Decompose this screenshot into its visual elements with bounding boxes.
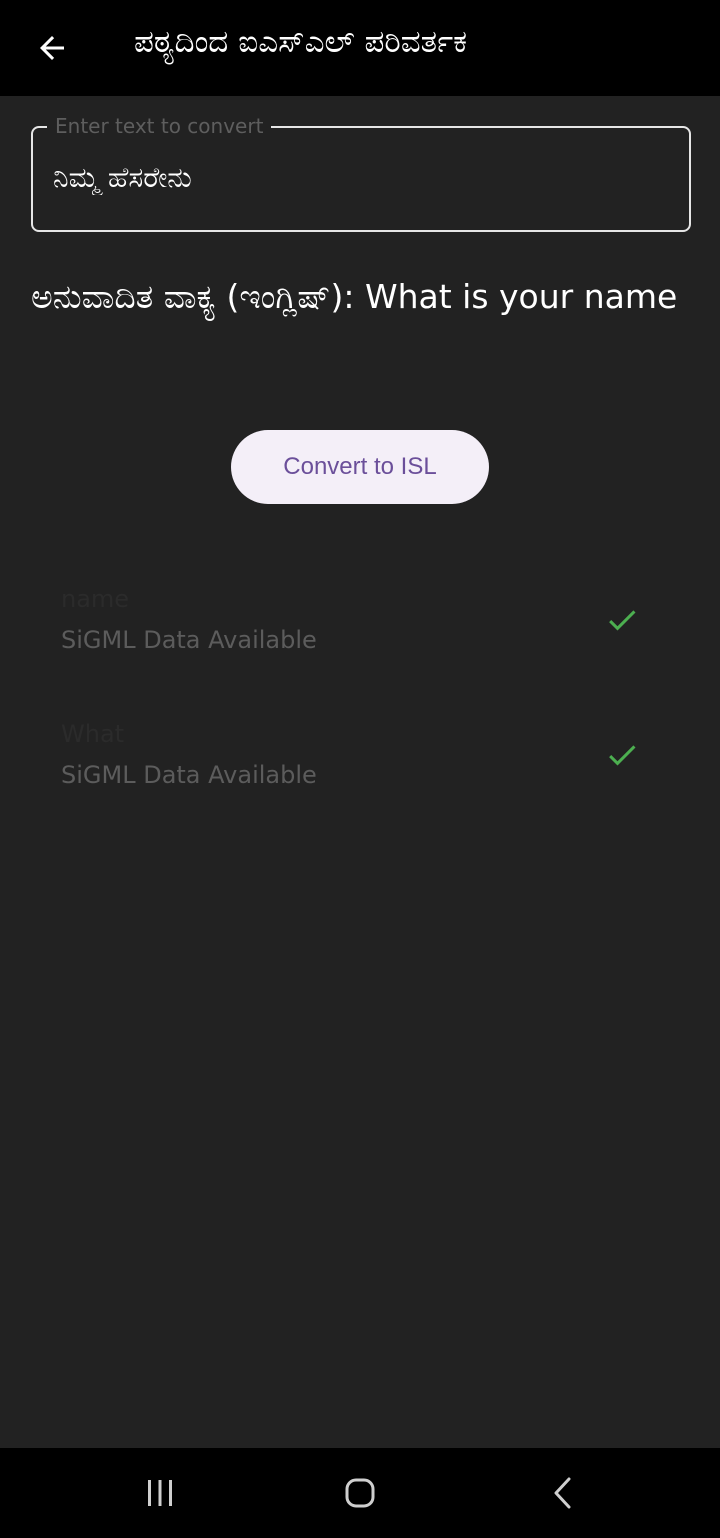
back-button[interactable] xyxy=(24,20,80,76)
app-title: ಪಠ್ಯದಿಂದ ಐಎಸ್‌ಎಲ್ ಪರಿವರ್ತಕ xyxy=(134,24,468,60)
text-input[interactable] xyxy=(53,156,663,200)
check-icon xyxy=(609,745,636,766)
convert-to-isl-button[interactable]: Convert to ISL xyxy=(231,430,489,504)
home-button[interactable] xyxy=(335,1468,385,1518)
home-icon xyxy=(345,1478,375,1508)
arrow-back-icon xyxy=(40,36,64,60)
nav-back-button[interactable] xyxy=(538,1468,588,1518)
translated-sentence: ಅನುವಾದಿತ ವಾಕ್ಯ (ಇಂಗ್ಲಿಷ್): What is your … xyxy=(31,277,678,316)
list-item[interactable]: name SiGML Data Available xyxy=(0,570,720,690)
recents-icon xyxy=(148,1480,172,1506)
system-nav-bar xyxy=(0,1448,720,1538)
item-status: SiGML Data Available xyxy=(61,626,317,654)
item-word: What xyxy=(61,720,125,748)
recents-button[interactable] xyxy=(135,1468,185,1518)
list-item[interactable]: What SiGML Data Available xyxy=(0,705,720,825)
check-icon xyxy=(609,610,636,631)
input-label: Enter text to convert xyxy=(47,114,272,138)
item-word: name xyxy=(61,585,130,613)
app-bar: ಪಠ್ಯದಿಂದ ಐಎಸ್‌ಎಲ್ ಪರಿವರ್ತಕ xyxy=(0,0,720,96)
nav-back-icon xyxy=(554,1477,571,1509)
text-input-field[interactable]: Enter text to convert xyxy=(31,114,691,232)
item-status: SiGML Data Available xyxy=(61,761,317,789)
